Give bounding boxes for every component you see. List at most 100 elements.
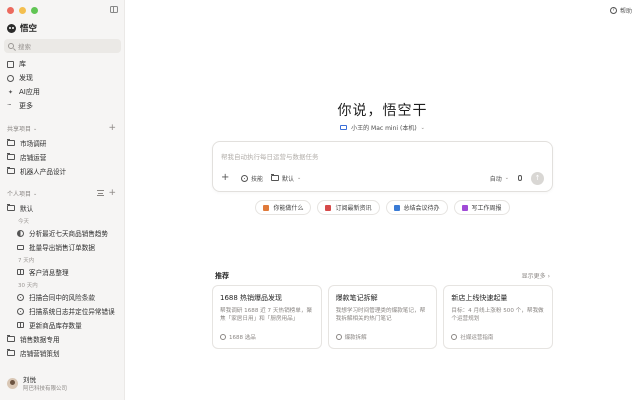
task-item[interactable]: 批量导出销售订单数据: [4, 240, 121, 254]
card-tag: 1688 选品: [220, 333, 256, 341]
project-label: 机器人产品设计: [20, 168, 67, 176]
help-button[interactable]: ? 帮助: [609, 6, 632, 15]
zoom-window-button[interactable]: [31, 7, 38, 14]
project-item[interactable]: 市场调研: [4, 136, 121, 150]
quick-action-button[interactable]: 总结会议待办: [385, 200, 448, 215]
library-icon: [7, 60, 14, 68]
folder-icon: [7, 167, 15, 174]
recommend-card[interactable]: 新店上线快速起量 目标：4 月线上涨粉 500 个，帮我做个运营规划 社媒运营指…: [443, 285, 554, 349]
quick-action-label: 写工作周报: [471, 205, 502, 212]
book-icon: [17, 322, 24, 328]
chevron-down-icon: ⌄: [297, 175, 302, 181]
minimize-window-button[interactable]: [19, 7, 26, 14]
folder-select-label: 默认: [282, 175, 295, 183]
folder-icon: [7, 349, 15, 356]
target-icon: [17, 293, 24, 301]
add-personal-project-icon[interactable]: +: [108, 189, 116, 198]
card-description: 帮我调研 1688 近 7 天热销榜单，聚焦「家居日用」和「厨房用品」: [220, 308, 313, 322]
folder-select-button[interactable]: 默认 ⌄: [271, 174, 301, 183]
card-title: 1688 热销爆品发现: [220, 294, 283, 302]
card-tag-label: 社媒运营指南: [460, 335, 494, 341]
chevron-down-icon: ⌄: [420, 124, 425, 131]
filter-icon[interactable]: [97, 190, 104, 196]
folder-icon: [271, 174, 280, 181]
nav-item-library[interactable]: 库: [4, 57, 121, 71]
mode-select[interactable]: 自动 ⌄: [490, 174, 509, 183]
primary-nav: 库 发现 ✦ AI应用 ··· 更多: [4, 57, 121, 113]
device-selector[interactable]: 小王的 Mac mini (本机) ⌄: [125, 123, 640, 132]
search-input[interactable]: 搜索: [4, 39, 121, 53]
nav-item-discover[interactable]: 发现: [4, 71, 121, 85]
brand: 悟空: [7, 22, 37, 34]
card-tag-label: 爆款拆解: [344, 335, 367, 341]
date-group-label: 30 天内: [18, 282, 38, 289]
recommend-card[interactable]: 爆款笔记拆解 我想学习时间管理类的爆款笔记，帮我拆解相关的热门笔记 爆款拆解: [327, 285, 438, 349]
nav-item-ai-apps[interactable]: ✦ AI应用: [4, 85, 121, 99]
quick-action-label: 订阅最新资讯: [335, 205, 372, 212]
project-label: 市场调研: [20, 140, 47, 148]
prompt-composer: 帮我自动执行每日运营与数据任务 + 技能 默认 ⌄ 自动 ⌄ ↑: [212, 141, 553, 192]
show-more-link[interactable]: 显示更多 ›: [522, 271, 550, 280]
user-org: 阿巴科技有限公司: [23, 386, 68, 392]
personal-projects-header[interactable]: 个人项目 ⌄: [7, 189, 37, 199]
project-item-default[interactable]: 默认: [4, 201, 121, 215]
nav-label: AI应用: [19, 88, 40, 96]
task-label: 客户消息整理: [29, 269, 69, 277]
card-title: 新店上线快速起量: [451, 294, 508, 302]
composer-right-controls: 自动 ⌄ ↑: [490, 171, 544, 185]
nav-label: 发现: [19, 74, 33, 82]
tag-icon: [220, 334, 226, 340]
task-label: 批量导出销售订单数据: [29, 244, 95, 252]
quick-action-button[interactable]: 你能做什么: [255, 200, 312, 215]
recommend-card[interactable]: 1688 热销爆品发现 帮我调研 1688 近 7 天热销榜单，聚焦「家居日用」…: [212, 285, 322, 349]
nav-label: 更多: [19, 102, 33, 110]
card-tag: 社媒运营指南: [451, 333, 493, 341]
quick-action-label: 你能做什么: [273, 205, 304, 212]
task-label: 扫描系统日志并定位异常错误: [29, 308, 115, 316]
task-item[interactable]: 更新商品库存数量: [4, 318, 121, 332]
close-window-button[interactable]: [7, 7, 14, 14]
more-icon: ···: [7, 100, 12, 109]
card-title: 爆款笔记拆解: [335, 294, 378, 302]
project-label: 默认: [20, 205, 34, 213]
skills-button[interactable]: 技能: [241, 174, 263, 183]
folder-icon: [7, 335, 15, 342]
chevron-down-icon: ⌄: [504, 175, 509, 181]
app-name: 悟空: [20, 24, 38, 34]
device-label: 小王的 Mac mini (本机): [351, 125, 417, 132]
task-item[interactable]: 客户消息整理: [4, 265, 121, 279]
sidebar-toggle-icon[interactable]: [110, 6, 118, 13]
project-label: 销售数据专用: [20, 336, 60, 344]
folder-icon: [7, 139, 15, 146]
quick-action-button[interactable]: 写工作周报: [453, 200, 510, 215]
book-icon: [17, 269, 24, 275]
prompt-input[interactable]: 帮我自动执行每日运营与数据任务: [221, 151, 319, 161]
nav-item-more[interactable]: ··· 更多: [4, 99, 121, 113]
card-description: 我想学习时间管理类的爆款笔记，帮我拆解相关的热门笔记: [335, 308, 426, 322]
date-group-label: 今天: [18, 218, 30, 225]
window-controls: [7, 7, 38, 14]
folder-icon: [7, 153, 15, 160]
user-profile[interactable]: 刘悦 阿巴科技有限公司: [7, 374, 67, 392]
card-tag: 爆款拆解: [335, 333, 367, 341]
microphone-icon[interactable]: [518, 175, 522, 181]
project-item[interactable]: 机器人产品设计: [4, 164, 121, 178]
add-shared-project-icon[interactable]: +: [108, 124, 116, 133]
task-label: 分析最近七天商品销售趋势: [29, 230, 109, 238]
attach-plus-icon[interactable]: +: [221, 173, 233, 183]
task-label: 更新商品库存数量: [29, 322, 82, 330]
bookmark-icon: [325, 204, 332, 211]
project-item[interactable]: 店铺营销策划: [4, 346, 121, 360]
sparkle-icon: [263, 204, 270, 211]
send-button[interactable]: ↑: [531, 171, 544, 185]
project-item[interactable]: 店铺运营: [4, 150, 121, 164]
project-item[interactable]: 销售数据专用: [4, 332, 121, 346]
card-tag-label: 1688 选品: [229, 335, 256, 341]
shared-projects-header[interactable]: 共享项目 ⌄: [7, 124, 37, 134]
app-window: 悟空 搜索 库 发现 ✦ AI应用 ··· 更多 共享项目 ⌄ + 市场调研 店…: [0, 0, 640, 400]
task-item[interactable]: 扫描系统日志并定位异常错误: [4, 304, 121, 318]
task-item[interactable]: 分析最近七天商品销售趋势: [4, 226, 121, 240]
section-title: 共享项目: [7, 126, 32, 133]
task-item[interactable]: 扫描合同中的风险条款: [4, 290, 121, 304]
quick-action-button[interactable]: 订阅最新资讯: [317, 200, 380, 215]
